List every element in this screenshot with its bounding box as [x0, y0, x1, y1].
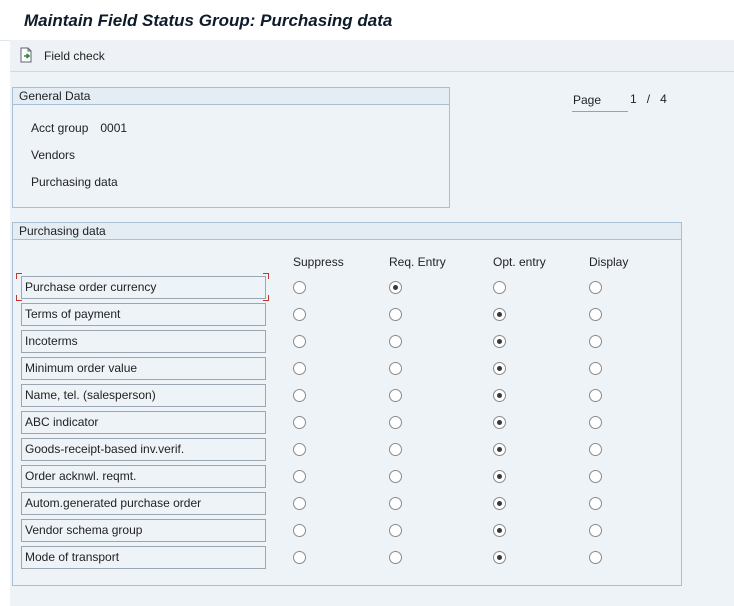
focus-indicator [263, 273, 269, 279]
acct-group-value: 0001 [100, 121, 128, 135]
page-title: Maintain Field Status Group: Purchasing … [24, 11, 393, 30]
radio-suppress[interactable] [293, 362, 306, 375]
radio-suppress[interactable] [293, 497, 306, 510]
general-data-group: General Data Acct group 0001 Vendors Purc… [12, 87, 450, 208]
field-label: Goods-receipt-based inv.verif. [21, 438, 266, 461]
purchasing-data-header: Purchasing data [13, 223, 681, 240]
radio-display[interactable] [589, 497, 602, 510]
content-area: General Data Acct group 0001 Vendors Purc… [10, 72, 734, 606]
radio-opt-entry[interactable] [493, 497, 506, 510]
radio-req-entry[interactable] [389, 416, 402, 429]
radio-opt-entry[interactable] [493, 362, 506, 375]
radio-display[interactable] [589, 524, 602, 537]
column-display: Display [589, 255, 629, 269]
radio-display[interactable] [589, 389, 602, 402]
radio-display[interactable] [589, 362, 602, 375]
acct-group-label: Acct group [31, 121, 89, 135]
radio-display[interactable] [589, 551, 602, 564]
radio-req-entry[interactable] [389, 551, 402, 564]
radio-opt-entry[interactable] [493, 551, 506, 564]
radio-suppress[interactable] [293, 443, 306, 456]
radio-opt-entry[interactable] [493, 281, 506, 294]
radio-suppress[interactable] [293, 335, 306, 348]
radio-opt-entry[interactable] [493, 308, 506, 321]
radio-opt-entry[interactable] [493, 443, 506, 456]
purchasing-data-group: Purchasing data Suppress Req. Entry Opt.… [12, 222, 682, 586]
field-label: Vendor schema group [21, 519, 266, 542]
focus-indicator [16, 295, 22, 301]
radio-req-entry[interactable] [389, 497, 402, 510]
radio-opt-entry[interactable] [493, 389, 506, 402]
radio-opt-entry[interactable] [493, 416, 506, 429]
field-label: Order acknwl. reqmt. [21, 465, 266, 488]
radio-req-entry[interactable] [389, 281, 402, 294]
field-label: Purchase order currency [21, 276, 266, 299]
field-label: Incoterms [21, 330, 266, 353]
page-current: 1 [630, 92, 637, 106]
acct-group-line: Acct group 0001 [31, 121, 127, 135]
radio-suppress[interactable] [293, 308, 306, 321]
radio-display[interactable] [589, 470, 602, 483]
radio-display[interactable] [589, 335, 602, 348]
field-check-label: Field check [44, 49, 105, 63]
focus-indicator [263, 295, 269, 301]
field-label: Name, tel. (salesperson) [21, 384, 266, 407]
field-check-button[interactable]: Field check [18, 46, 105, 66]
column-suppress: Suppress [293, 255, 344, 269]
field-label: Mode of transport [21, 546, 266, 569]
radio-opt-entry[interactable] [493, 470, 506, 483]
page-number: 1 / 4 [630, 92, 667, 106]
page-label: Page [572, 93, 628, 112]
radio-display[interactable] [589, 416, 602, 429]
radio-display[interactable] [589, 443, 602, 456]
radio-req-entry[interactable] [389, 308, 402, 321]
radio-req-entry[interactable] [389, 362, 402, 375]
radio-suppress[interactable] [293, 416, 306, 429]
field-label: Autom.generated purchase order [21, 492, 266, 515]
radio-suppress[interactable] [293, 281, 306, 294]
field-label: ABC indicator [21, 411, 266, 434]
radio-req-entry[interactable] [389, 443, 402, 456]
radio-display[interactable] [589, 281, 602, 294]
radio-suppress[interactable] [293, 470, 306, 483]
toolbar: Field check [10, 40, 734, 72]
radio-suppress[interactable] [293, 524, 306, 537]
field-label: Terms of payment [21, 303, 266, 326]
radio-opt-entry[interactable] [493, 524, 506, 537]
document-arrow-icon [18, 47, 34, 66]
radio-opt-entry[interactable] [493, 335, 506, 348]
radio-display[interactable] [589, 308, 602, 321]
radio-req-entry[interactable] [389, 524, 402, 537]
general-data-header: General Data [13, 88, 449, 105]
radio-req-entry[interactable] [389, 335, 402, 348]
field-label: Minimum order value [21, 357, 266, 380]
page-separator: / [646, 92, 651, 106]
radio-suppress[interactable] [293, 551, 306, 564]
radio-suppress[interactable] [293, 389, 306, 402]
page-total: 4 [660, 92, 667, 106]
column-opt-entry: Opt. entry [493, 255, 546, 269]
vendors-text: Vendors [31, 148, 76, 162]
radio-req-entry[interactable] [389, 389, 402, 402]
column-req-entry: Req. Entry [389, 255, 446, 269]
focus-indicator [16, 273, 22, 279]
purchasing-data-text: Purchasing data [31, 175, 118, 189]
title-bar: Maintain Field Status Group: Purchasing … [0, 0, 734, 41]
radio-req-entry[interactable] [389, 470, 402, 483]
